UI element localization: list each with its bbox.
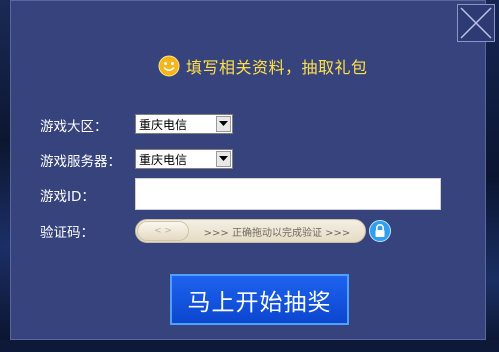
background-right <box>485 0 499 352</box>
smiley-face-icon <box>158 55 180 77</box>
start-draw-button[interactable]: 马上开始抽奖 <box>170 274 349 325</box>
close-button[interactable] <box>457 4 495 42</box>
game-id-label: 游戏ID： <box>40 189 95 205</box>
server-label: 游戏服务器： <box>40 154 121 170</box>
background-bottom <box>0 340 499 352</box>
game-id-input[interactable] <box>135 178 441 210</box>
server-select-value: 重庆电信 <box>139 152 188 167</box>
slider-handle[interactable]: < > <box>137 221 189 241</box>
region-select[interactable]: 重庆电信 <box>135 114 233 134</box>
chevron-down-icon[interactable] <box>216 151 231 167</box>
slider-hint: >>> 正确拖动以完成验证 >>> <box>203 227 351 239</box>
screen: 填写相关资料，抽取礼包 游戏大区： 重庆电信 游戏服务器： 重庆电信 游戏ID：… <box>0 0 499 352</box>
close-x-icon <box>460 7 492 39</box>
captcha-slider[interactable]: < > >>> 正确拖动以完成验证 >>> <box>135 219 366 243</box>
lock-icon <box>369 220 391 242</box>
dialog-title-row: 填写相关资料，抽取礼包 <box>158 53 368 79</box>
server-select[interactable]: 重庆电信 <box>135 149 233 169</box>
region-select-value: 重庆电信 <box>139 117 188 132</box>
chevron-down-icon[interactable] <box>216 116 231 132</box>
dialog-title: 填写相关资料，抽取礼包 <box>186 58 368 77</box>
region-label: 游戏大区： <box>40 119 108 135</box>
lottery-dialog: 填写相关资料，抽取礼包 游戏大区： 重庆电信 游戏服务器： 重庆电信 游戏ID：… <box>10 0 495 340</box>
captcha-label: 验证码： <box>40 225 94 241</box>
